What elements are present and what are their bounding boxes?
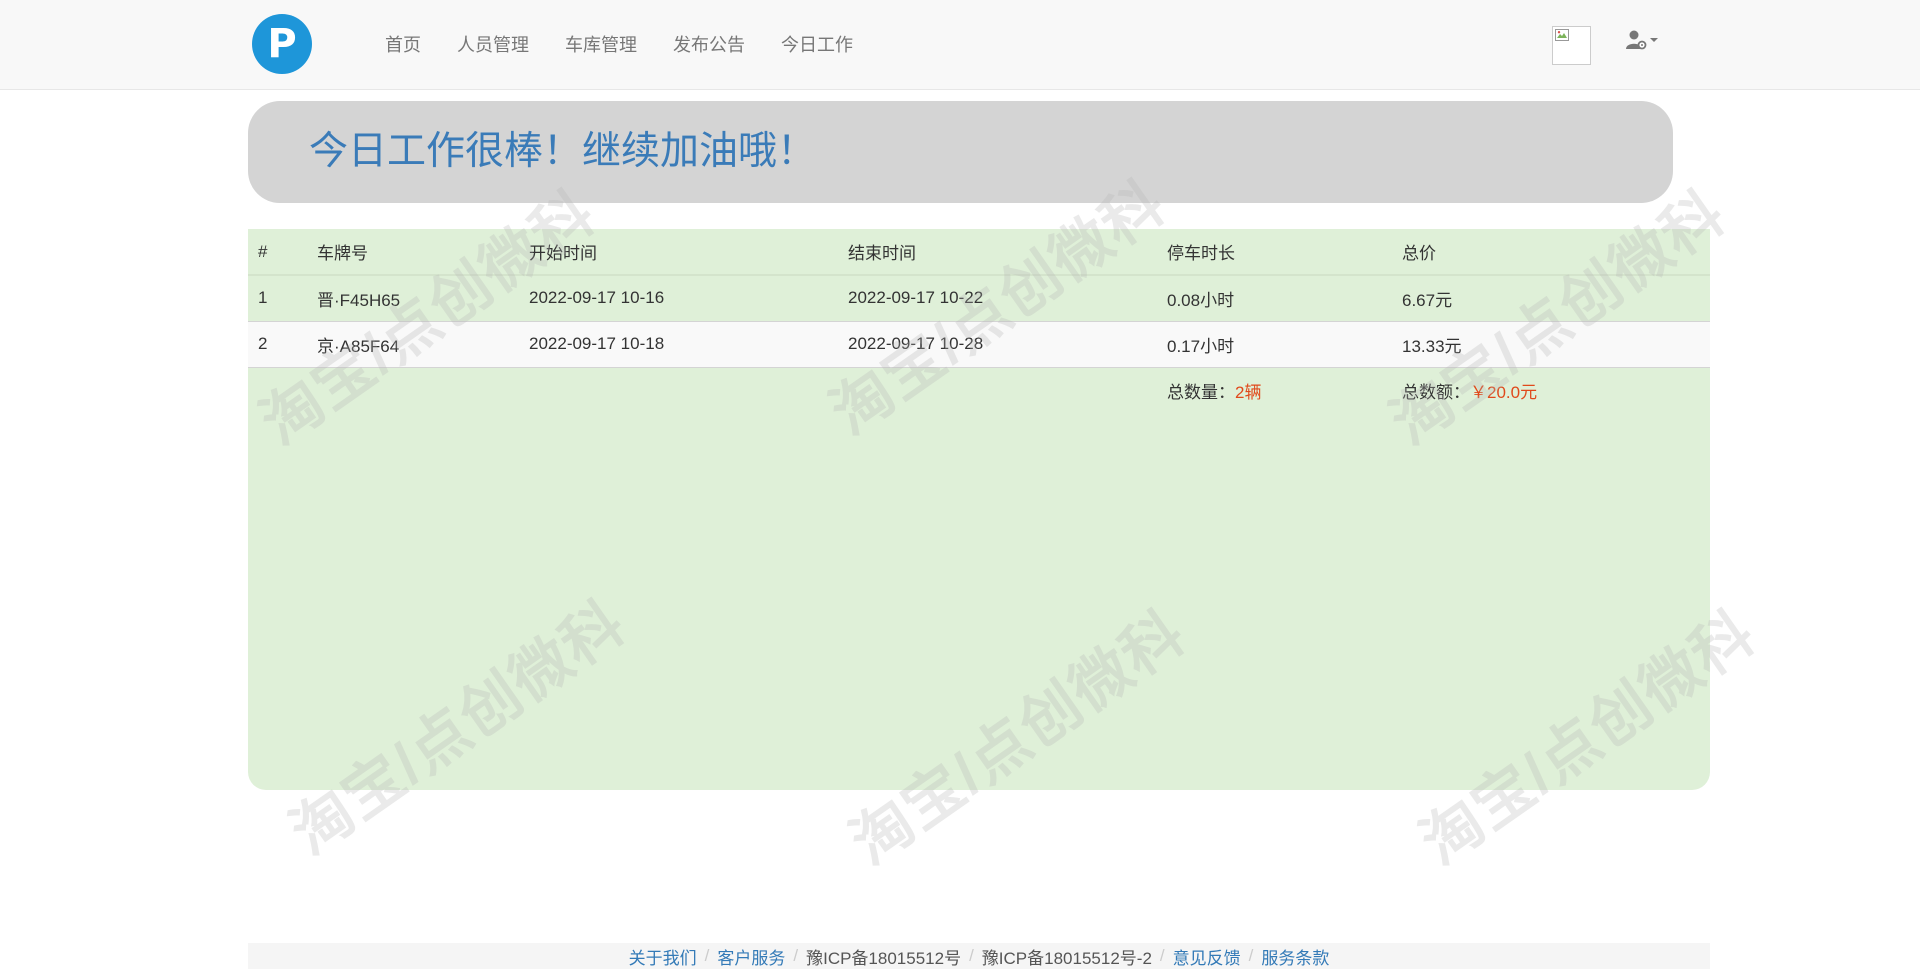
footer-separator: / — [969, 946, 974, 965]
summary-count-value: 2辆 — [1235, 382, 1262, 402]
nav-item-staff-management[interactable]: 人员管理 — [439, 0, 547, 90]
cell-index: 2 — [248, 320, 307, 367]
cell-index: 1 — [248, 274, 307, 321]
summary-amount-label: 总数额： — [1402, 382, 1470, 402]
footer-separator: / — [793, 946, 799, 965]
broken-image-icon — [1555, 29, 1569, 41]
footer-separator: / — [1159, 946, 1165, 965]
parking-records-table: # 车牌号 开始时间 结束时间 停车时长 总价 1 晋·F45H65 2022-… — [248, 229, 1710, 413]
summary-count-label: 总数量： — [1167, 382, 1235, 402]
col-header-total-price: 总价 — [1392, 229, 1710, 276]
user-dropdown-toggle[interactable] — [1626, 28, 1660, 52]
cell-plate: 晋·F45H65 — [307, 274, 519, 321]
table-summary-row: 总数量：2辆 总数额：￥20.0元 — [248, 366, 1710, 413]
cell-start-time: 2022-09-17 10-18 — [519, 320, 838, 367]
user-cog-icon — [1626, 30, 1647, 50]
welcome-banner: 今日工作很棒！继续加油哦！ — [248, 101, 1673, 203]
nav-item-publish-announcement[interactable]: 发布公告 — [655, 0, 763, 90]
footer-link-customer-service[interactable]: 客户服务 — [717, 944, 785, 969]
col-header-end-time: 结束时间 — [838, 229, 1157, 276]
parking-records-panel: # 车牌号 开始时间 结束时间 停车时长 总价 1 晋·F45H65 2022-… — [248, 229, 1710, 790]
main-nav: 首页 人员管理 车库管理 发布公告 今日工作 — [367, 0, 871, 90]
footer-link-feedback[interactable]: 意见反馈 — [1173, 944, 1241, 969]
cell-price: 13.33元 — [1392, 320, 1710, 367]
cell-end-time: 2022-09-17 10-22 — [838, 274, 1157, 321]
footer-link-about-us[interactable]: 关于我们 — [629, 944, 697, 969]
footer: 关于我们 / 客户服务 / 豫ICP备18015512号 / 豫ICP备1801… — [248, 943, 1710, 969]
cell-duration: 0.17小时 — [1157, 320, 1392, 367]
summary-amount: 总数额：￥20.0元 — [1392, 366, 1710, 413]
nav-item-garage-management[interactable]: 车库管理 — [547, 0, 655, 90]
col-header-start-time: 开始时间 — [519, 229, 838, 276]
col-header-index: # — [248, 229, 307, 276]
nav-item-today-work[interactable]: 今日工作 — [763, 0, 871, 90]
footer-icp-number-2: 豫ICP备18015512号-2 — [981, 948, 1152, 968]
brand-logo[interactable]: P — [252, 14, 312, 74]
col-header-duration: 停车时长 — [1157, 229, 1392, 276]
nav-item-home[interactable]: 首页 — [367, 0, 439, 90]
table-row: 2 京·A85F64 2022-09-17 10-18 2022-09-17 1… — [248, 320, 1710, 367]
cell-duration: 0.08小时 — [1157, 274, 1392, 321]
col-header-plate: 车牌号 — [307, 229, 519, 276]
avatar[interactable] — [1552, 26, 1591, 65]
footer-icp-number: 豫ICP备18015512号 — [806, 948, 962, 968]
table-header-row: # 车牌号 开始时间 结束时间 停车时长 总价 — [248, 229, 1710, 276]
caret-down-icon — [1650, 38, 1658, 42]
cell-plate: 京·A85F64 — [307, 320, 519, 367]
summary-count: 总数量：2辆 — [1157, 366, 1392, 413]
cell-end-time: 2022-09-17 10-28 — [838, 320, 1157, 367]
cell-price: 6.67元 — [1392, 274, 1710, 321]
table-row: 1 晋·F45H65 2022-09-17 10-16 2022-09-17 1… — [248, 274, 1710, 321]
top-navbar: P 首页 人员管理 车库管理 发布公告 今日工作 — [0, 0, 1920, 90]
summary-amount-value: ￥20.0元 — [1470, 382, 1538, 402]
cell-start-time: 2022-09-17 10-16 — [519, 274, 838, 321]
banner-heading: 今日工作很棒！继续加油哦！ — [309, 130, 817, 173]
footer-separator: / — [704, 946, 710, 965]
footer-link-terms[interactable]: 服务条款 — [1261, 944, 1329, 969]
footer-separator: / — [1248, 946, 1254, 965]
